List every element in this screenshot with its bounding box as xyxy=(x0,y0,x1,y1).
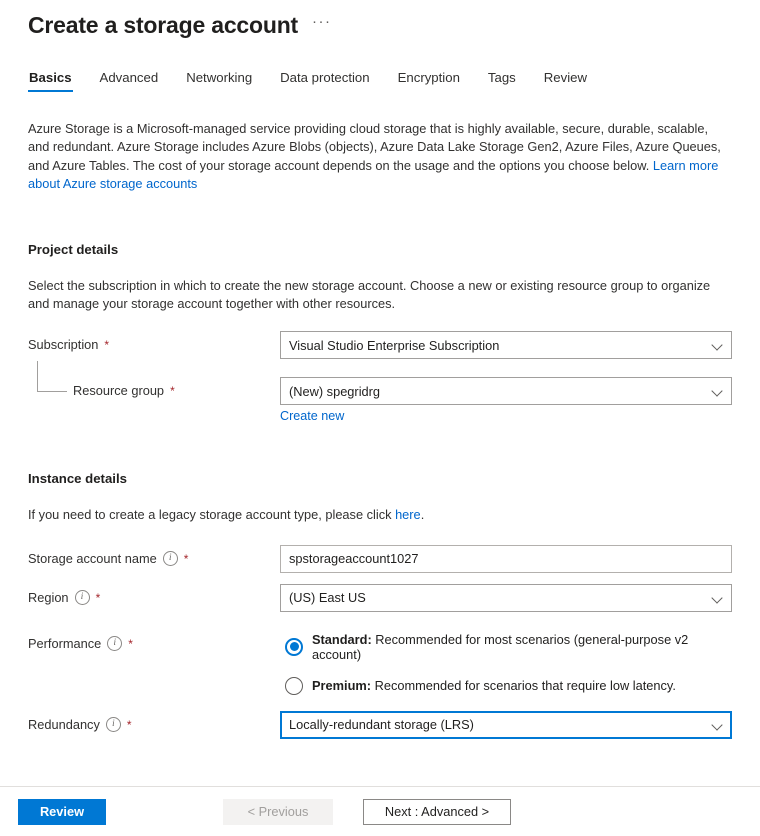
subscription-field-cell: Visual Studio Enterprise Subscription xyxy=(280,331,732,359)
radio-unselected-icon[interactable] xyxy=(285,677,303,695)
redundancy-label: Redundancy xyxy=(28,717,100,733)
storage-account-name-label: Storage account name xyxy=(28,551,157,567)
tab-data-protection[interactable]: Data protection xyxy=(279,66,370,92)
storage-account-name-label-cell: Storage account name * xyxy=(28,545,280,567)
tab-tags[interactable]: Tags xyxy=(487,66,517,92)
redundancy-field-cell: Locally-redundant storage (LRS) xyxy=(280,711,732,739)
project-details-description: Select the subscription in which to crea… xyxy=(28,277,732,314)
intro-paragraph: Azure Storage is a Microsoft-managed ser… xyxy=(28,120,732,194)
page-title: Create a storage account xyxy=(28,10,298,40)
resource-group-value: (New) spegridrg xyxy=(289,384,707,399)
resource-group-label-cell: Resource group * xyxy=(28,377,280,399)
wizard-footer: Review < Previous Next : Advanced > xyxy=(0,786,760,836)
region-required-marker: * xyxy=(96,593,101,603)
instance-details-form: Storage account name * spstorageaccount1… xyxy=(28,545,732,739)
previous-button: < Previous xyxy=(223,799,333,825)
legacy-here-link[interactable]: here xyxy=(395,507,421,522)
radio-selected-icon[interactable] xyxy=(285,638,303,656)
region-field-cell: (US) East US xyxy=(280,584,732,612)
chevron-down-icon xyxy=(713,593,723,603)
region-row: Region * (US) East US xyxy=(28,584,732,612)
performance-standard-bold: Standard: xyxy=(312,632,372,647)
storage-account-name-value: spstorageaccount1027 xyxy=(289,551,723,566)
storage-account-name-row: Storage account name * spstorageaccount1… xyxy=(28,545,732,573)
performance-premium-rest: Recommended for scenarios that require l… xyxy=(371,678,676,693)
info-icon[interactable] xyxy=(163,551,178,566)
legacy-note-suffix: . xyxy=(421,507,425,522)
more-options-icon[interactable]: ··· xyxy=(312,16,332,34)
instance-details-heading: Instance details xyxy=(28,471,732,486)
performance-radio-group: Standard: Recommended for most scenarios… xyxy=(280,630,732,695)
performance-option-standard[interactable]: Standard: Recommended for most scenarios… xyxy=(285,632,732,662)
main-content: Azure Storage is a Microsoft-managed ser… xyxy=(0,120,760,739)
performance-label: Performance xyxy=(28,636,101,652)
tab-encryption[interactable]: Encryption xyxy=(397,66,461,92)
storage-account-name-required-marker: * xyxy=(184,554,189,564)
instance-details-description: If you need to create a legacy storage a… xyxy=(28,506,732,524)
wizard-tabs: Basics Advanced Networking Data protecti… xyxy=(0,66,760,92)
region-dropdown[interactable]: (US) East US xyxy=(280,584,732,612)
region-value: (US) East US xyxy=(289,590,707,605)
redundancy-value: Locally-redundant storage (LRS) xyxy=(289,717,707,732)
tab-review[interactable]: Review xyxy=(543,66,588,92)
performance-label-cell: Performance * xyxy=(28,630,280,652)
performance-option-premium[interactable]: Premium: Recommended for scenarios that … xyxy=(285,677,732,695)
storage-account-name-field-cell: spstorageaccount1027 xyxy=(280,545,732,573)
resource-group-row: Resource group * (New) spegridrg Create … xyxy=(28,377,732,423)
chevron-down-icon xyxy=(713,340,723,350)
redundancy-label-cell: Redundancy * xyxy=(28,711,280,733)
redundancy-required-marker: * xyxy=(127,720,132,730)
performance-required-marker: * xyxy=(128,639,133,649)
info-icon[interactable] xyxy=(75,590,90,605)
page-header: Create a storage account ··· xyxy=(0,0,760,40)
chevron-down-icon xyxy=(713,386,723,396)
intro-text: Azure Storage is a Microsoft-managed ser… xyxy=(28,121,721,173)
redundancy-row: Redundancy * Locally-redundant storage (… xyxy=(28,711,732,739)
performance-standard-label: Standard: Recommended for most scenarios… xyxy=(312,632,732,662)
performance-premium-bold: Premium: xyxy=(312,678,371,693)
subscription-value: Visual Studio Enterprise Subscription xyxy=(289,338,707,353)
subscription-label: Subscription xyxy=(28,337,98,353)
performance-row: Performance * Standard: Recommended for … xyxy=(28,630,732,695)
tab-basics[interactable]: Basics xyxy=(28,66,73,92)
legacy-note-prefix: If you need to create a legacy storage a… xyxy=(28,507,395,522)
project-details-heading: Project details xyxy=(28,242,732,257)
info-icon[interactable] xyxy=(106,717,121,732)
region-label-cell: Region * xyxy=(28,584,280,606)
resource-group-label: Resource group xyxy=(73,383,164,399)
region-label: Region xyxy=(28,590,69,606)
resource-group-dropdown[interactable]: (New) spegridrg xyxy=(280,377,732,405)
storage-account-name-input[interactable]: spstorageaccount1027 xyxy=(280,545,732,573)
performance-premium-label: Premium: Recommended for scenarios that … xyxy=(312,678,676,693)
review-button[interactable]: Review xyxy=(18,799,106,825)
tab-networking[interactable]: Networking xyxy=(185,66,253,92)
project-details-form: Subscription * Visual Studio Enterprise … xyxy=(28,331,732,423)
subscription-row: Subscription * Visual Studio Enterprise … xyxy=(28,331,732,359)
resource-group-required-marker: * xyxy=(170,386,175,396)
redundancy-dropdown[interactable]: Locally-redundant storage (LRS) xyxy=(280,711,732,739)
resource-group-field-cell: (New) spegridrg Create new xyxy=(280,377,732,423)
tab-advanced[interactable]: Advanced xyxy=(99,66,160,92)
chevron-down-icon xyxy=(713,720,723,730)
subscription-label-cell: Subscription * xyxy=(28,331,280,353)
create-new-resource-group-wrapper: Create new xyxy=(280,409,732,423)
subscription-dropdown[interactable]: Visual Studio Enterprise Subscription xyxy=(280,331,732,359)
info-icon[interactable] xyxy=(107,636,122,651)
subscription-required-marker: * xyxy=(104,340,109,350)
next-advanced-button[interactable]: Next : Advanced > xyxy=(363,799,511,825)
create-new-link[interactable]: Create new xyxy=(280,409,344,423)
